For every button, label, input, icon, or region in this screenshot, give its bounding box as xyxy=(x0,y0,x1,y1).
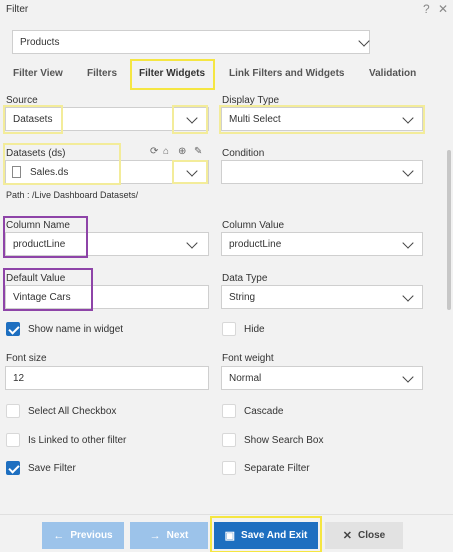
show-name-label: Show name in widget xyxy=(28,324,124,335)
column-name-highlight xyxy=(3,216,88,258)
data-type-value: String xyxy=(229,292,256,303)
tab-filters[interactable]: Filters xyxy=(87,68,117,79)
arrow-right-icon: → xyxy=(149,529,161,542)
previous-label: Previous xyxy=(70,530,113,541)
separate-filter-checkbox[interactable] xyxy=(222,461,236,475)
show-name-checkbox[interactable] xyxy=(6,322,20,336)
close-label: Close xyxy=(357,530,386,541)
font-size-value: 12 xyxy=(13,373,25,384)
close-button[interactable]: ✕ Close xyxy=(325,522,403,549)
data-type-select[interactable]: String xyxy=(221,285,423,309)
refresh-icon[interactable]: ⟳ xyxy=(150,146,158,157)
tab-link-filters-widgets[interactable]: Link Filters and Widgets xyxy=(229,68,344,79)
footer-bar: ← Previous → Next ▣ Save And Exit ✕ Clos… xyxy=(0,514,453,552)
tab-validation[interactable]: Validation xyxy=(369,68,416,79)
font-weight-label: Font weight xyxy=(222,353,274,364)
question-icon[interactable]: ? xyxy=(423,2,430,16)
widget-select-value: Products xyxy=(20,37,60,48)
scrollbar-thumb[interactable] xyxy=(447,150,451,310)
column-value-select[interactable]: productLine xyxy=(221,232,423,256)
source-value-highlight xyxy=(3,105,63,134)
close-icon: ✕ xyxy=(342,530,352,542)
title-bar: Filter ? ✕ xyxy=(0,0,453,20)
column-value-value: productLine xyxy=(229,239,282,250)
edit-icon[interactable]: ✎ xyxy=(194,146,202,157)
save-button-highlight xyxy=(210,516,322,552)
condition-select[interactable] xyxy=(221,160,423,184)
data-type-label: Data Type xyxy=(222,273,268,284)
tab-filter-view[interactable]: Filter View xyxy=(13,68,63,79)
previous-button[interactable]: ← Previous xyxy=(42,522,124,549)
font-weight-select[interactable]: Normal xyxy=(221,366,423,390)
condition-label: Condition xyxy=(222,148,265,159)
hide-checkbox[interactable] xyxy=(222,322,236,336)
save-filter-label: Save Filter xyxy=(28,463,76,474)
widget-select[interactable]: Products xyxy=(12,30,370,54)
add-circle-icon[interactable]: ⊕ xyxy=(178,146,186,157)
chevron-down-icon xyxy=(402,290,414,302)
home-icon[interactable]: ⌂ xyxy=(163,146,169,157)
datasets-chevron-highlight xyxy=(172,160,208,184)
chevron-down-icon xyxy=(186,237,198,249)
show-search-checkbox[interactable] xyxy=(222,433,236,447)
cascade-label: Cascade xyxy=(244,406,284,417)
dialog-title: Filter xyxy=(6,4,29,15)
separate-filter-label: Separate Filter xyxy=(244,463,310,474)
tab-highlight xyxy=(130,59,215,90)
column-value-label: Column Value xyxy=(222,220,285,231)
datasets-highlight xyxy=(3,143,121,185)
select-all-label: Select All Checkbox xyxy=(28,406,117,417)
arrow-left-icon: ← xyxy=(53,529,65,542)
font-size-input[interactable]: 12 xyxy=(5,366,209,390)
chevron-down-icon xyxy=(358,35,370,47)
filter-dialog: Filter ? ✕ Products Filter View Filters … xyxy=(0,0,453,552)
show-search-label: Show Search Box xyxy=(244,435,324,446)
source-chevron-highlight xyxy=(172,105,208,134)
select-all-checkbox[interactable] xyxy=(6,404,20,418)
dataset-path: Path : /Live Dashboard Datasets/ xyxy=(6,190,139,200)
hide-label: Hide xyxy=(244,324,265,335)
display-type-highlight xyxy=(219,105,425,134)
chevron-down-icon xyxy=(402,371,414,383)
save-filter-checkbox[interactable] xyxy=(6,461,20,475)
chevron-down-icon xyxy=(402,165,414,177)
font-size-label: Font size xyxy=(6,353,47,364)
linked-checkbox[interactable] xyxy=(6,433,20,447)
cascade-checkbox[interactable] xyxy=(222,404,236,418)
linked-label: Is Linked to other filter xyxy=(28,435,127,446)
tab-bar: Filter View Filters Filter Widgets Link … xyxy=(0,62,453,84)
default-value-highlight xyxy=(3,268,93,311)
chevron-down-icon xyxy=(402,237,414,249)
next-button[interactable]: → Next xyxy=(130,522,208,549)
clipped-row: Save Filter Separate Filter xyxy=(0,458,445,476)
font-weight-value: Normal xyxy=(229,373,262,384)
next-label: Next xyxy=(166,530,189,541)
close-icon[interactable]: ✕ xyxy=(438,2,448,16)
